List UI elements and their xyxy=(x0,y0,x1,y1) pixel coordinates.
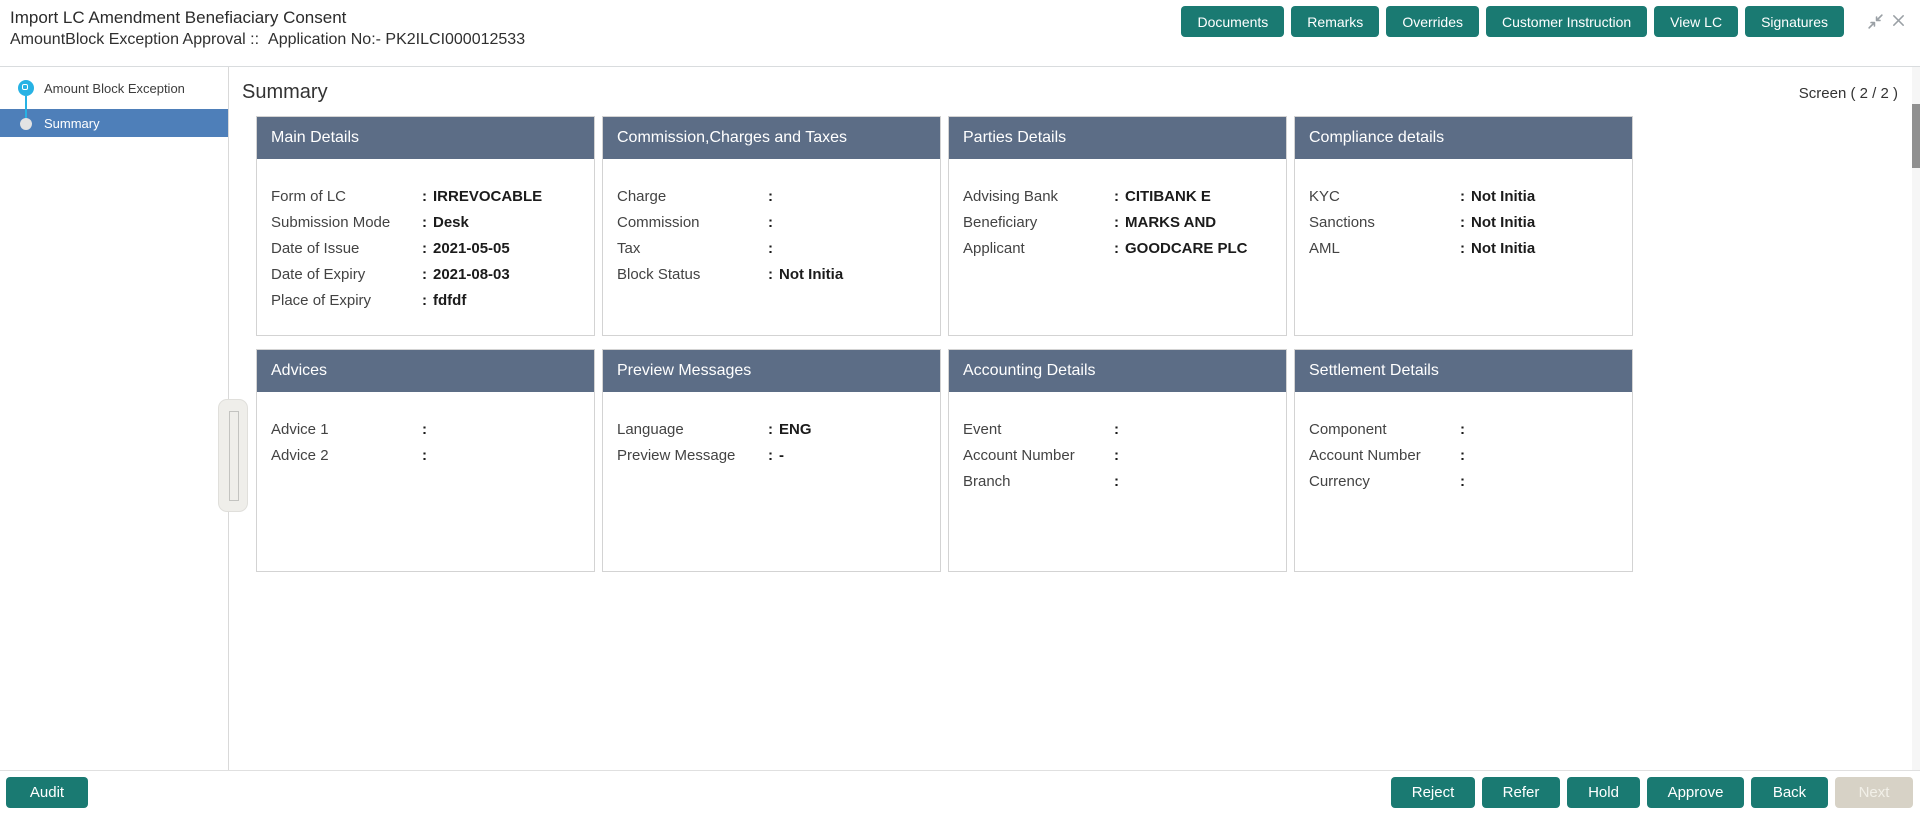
view-lc-button[interactable]: View LC xyxy=(1654,6,1739,37)
tile-body: Form of LC : IRREVOCABLE Submission Mode… xyxy=(257,159,594,313)
back-button[interactable]: Back xyxy=(1751,776,1828,808)
tile-body: Component : Account Number : Currency : xyxy=(1295,392,1632,494)
amount-block-exception-step-icon xyxy=(18,80,34,96)
tile-header[interactable]: Parties Details xyxy=(949,117,1286,159)
sidebar-item-summary[interactable]: Summary xyxy=(0,109,228,137)
approve-button[interactable]: Approve xyxy=(1647,776,1744,808)
page-titles: Import LC Amendment Benefiaciary Consent… xyxy=(0,0,525,51)
body-region: Amount Block Exception Summary Summary S… xyxy=(0,67,1920,770)
field-row: Charge : xyxy=(617,187,773,205)
summary-tiles-grid: Main Details Form of LC : IRREVOCABLE Su… xyxy=(256,116,1633,572)
field-row: Sanctions : Not Initia xyxy=(1309,213,1536,231)
summary-tile-advices[interactable]: Advices Advice 1 : Advice 2 : xyxy=(256,349,595,572)
header-actions: Documents Remarks Overrides Customer Ins… xyxy=(1181,0,1920,37)
vertical-scrollbar xyxy=(1912,67,1920,770)
tile-body: Event : Account Number : Branch : xyxy=(949,392,1286,494)
field-row: Advice 2 : xyxy=(271,446,427,464)
stage-label: AmountBlock Exception Approval :: xyxy=(10,31,260,48)
field-row: Advice 1 : xyxy=(271,420,427,438)
tile-header[interactable]: Preview Messages xyxy=(603,350,940,392)
tile-header[interactable]: Commission,Charges and Taxes xyxy=(603,117,940,159)
field-row: Block Status : Not Initia xyxy=(617,265,844,283)
summary-tile-parties-details[interactable]: Parties Details Advising Bank : CITIBANK… xyxy=(948,116,1287,336)
page-header: Import LC Amendment Benefiaciary Consent… xyxy=(0,0,1920,67)
sidebar-item-label: Amount Block Exception xyxy=(44,80,185,96)
sidebar-splitter-handle[interactable] xyxy=(218,399,248,512)
summary-tile-compliance-details[interactable]: Compliance details KYC : Not Initia Sanc… xyxy=(1294,116,1633,336)
close-icon[interactable] xyxy=(1891,13,1906,33)
summary-tile-preview-messages[interactable]: Preview Messages Language : ENG Preview … xyxy=(602,349,941,572)
field-row: Event : xyxy=(963,420,1119,438)
field-row: Advising Bank : CITIBANK E xyxy=(963,187,1211,205)
sidebar-item-label: Summary xyxy=(44,115,100,131)
next-button: Next xyxy=(1835,776,1913,808)
field-row: Commission : xyxy=(617,213,773,231)
screen-indicator: Screen ( 2 / 2 ) xyxy=(1798,85,1898,102)
tile-header[interactable]: Accounting Details xyxy=(949,350,1286,392)
tile-body: Advising Bank : CITIBANK E Beneficiary :… xyxy=(949,159,1286,261)
collapse-icon[interactable] xyxy=(1867,13,1884,35)
field-row: Account Number : xyxy=(1309,446,1465,464)
field-row: Place of Expiry : fdfdf xyxy=(271,291,467,309)
summary-tile-main-details[interactable]: Main Details Form of LC : IRREVOCABLE Su… xyxy=(256,116,595,336)
summary-tile-accounting-details[interactable]: Accounting Details Event : Account Numbe… xyxy=(948,349,1287,572)
summary-tile-settlement-details[interactable]: Settlement Details Component : Account N… xyxy=(1294,349,1633,572)
hold-button[interactable]: Hold xyxy=(1567,776,1640,808)
tile-header[interactable]: Compliance details xyxy=(1295,117,1632,159)
step-connector-line xyxy=(25,96,27,120)
field-row: KYC : Not Initia xyxy=(1309,187,1536,205)
summary-tile-commission-charges-taxes[interactable]: Commission,Charges and Taxes Charge : Co… xyxy=(602,116,941,336)
footer-actions: Reject Refer Hold Approve Back Next xyxy=(1391,776,1913,808)
field-row: Currency : xyxy=(1309,472,1465,490)
audit-button[interactable]: Audit xyxy=(6,776,88,808)
field-row: Branch : xyxy=(963,472,1119,490)
tile-header[interactable]: Settlement Details xyxy=(1295,350,1632,392)
tile-body: Charge : Commission : Tax : Block Status… xyxy=(603,159,940,287)
field-row: Date of Issue : 2021-05-05 xyxy=(271,239,510,257)
field-row: Language : ENG xyxy=(617,420,812,438)
sidebar-item-amount-block-exception[interactable]: Amount Block Exception xyxy=(0,74,228,102)
refer-button[interactable]: Refer xyxy=(1482,776,1560,808)
reject-button[interactable]: Reject xyxy=(1391,776,1475,808)
documents-button[interactable]: Documents xyxy=(1181,6,1285,37)
remarks-button[interactable]: Remarks xyxy=(1291,6,1380,37)
field-row: Beneficiary : MARKS AND xyxy=(963,213,1217,231)
summary-content: Summary Screen ( 2 / 2 ) Main Details Fo… xyxy=(229,67,1920,770)
field-row: Preview Message : - xyxy=(617,446,784,464)
page-title: Import LC Amendment Benefiaciary Consent xyxy=(10,8,347,27)
field-row: Tax : xyxy=(617,239,773,257)
field-row: Applicant : GOODCARE PLC xyxy=(963,239,1248,257)
tile-body: Language : ENG Preview Message : - xyxy=(603,392,940,468)
signatures-button[interactable]: Signatures xyxy=(1745,6,1844,37)
summary-step-icon xyxy=(20,118,32,130)
overrides-button[interactable]: Overrides xyxy=(1386,6,1479,37)
field-row: Account Number : xyxy=(963,446,1119,464)
app-window: Import LC Amendment Benefiaciary Consent… xyxy=(0,0,1920,813)
customer-instruction-button[interactable]: Customer Instruction xyxy=(1486,6,1648,37)
field-row: Date of Expiry : 2021-08-03 xyxy=(271,265,510,283)
tile-body: KYC : Not Initia Sanctions : Not Initia … xyxy=(1295,159,1632,261)
content-title: Summary xyxy=(242,81,328,103)
field-row: AML : Not Initia xyxy=(1309,239,1536,257)
page-subtitle: AmountBlock Exception Approval :: Applica… xyxy=(10,29,525,51)
field-row: Component : xyxy=(1309,420,1465,438)
splitter-grip xyxy=(229,411,239,501)
field-row: Form of LC : IRREVOCABLE xyxy=(271,187,543,205)
tile-header[interactable]: Advices xyxy=(257,350,594,392)
action-footer: Audit Reject Refer Hold Approve Back Nex… xyxy=(0,770,1920,813)
field-row: Submission Mode : Desk xyxy=(271,213,469,231)
scrollbar-thumb[interactable] xyxy=(1912,104,1920,168)
stage-sidebar: Amount Block Exception Summary xyxy=(0,67,229,770)
tile-body: Advice 1 : Advice 2 : xyxy=(257,392,594,468)
application-number: Application No:- PK2ILCI000012533 xyxy=(268,31,526,48)
tile-header[interactable]: Main Details xyxy=(257,117,594,159)
